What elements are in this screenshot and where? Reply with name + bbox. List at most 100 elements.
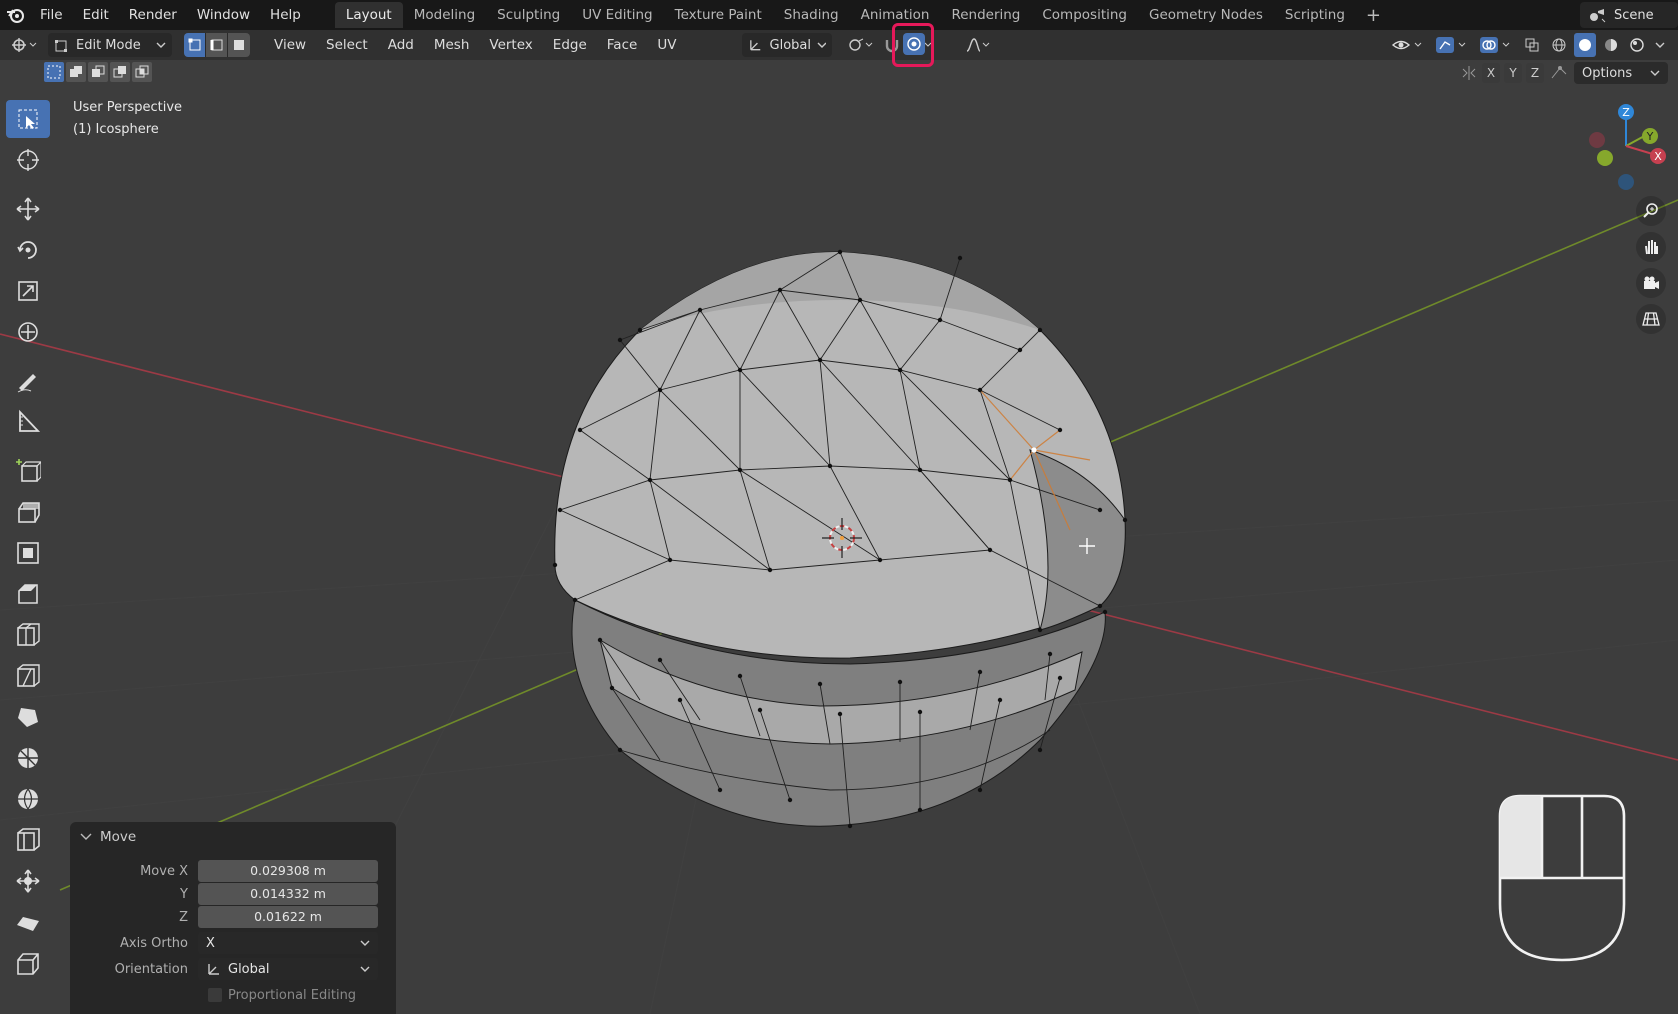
rotate-icon: [17, 241, 37, 259]
edge-select-button[interactable]: [206, 33, 228, 57]
operator-panel-header[interactable]: Move: [70, 822, 396, 852]
menu-vertex[interactable]: Vertex: [479, 37, 542, 53]
selected-vertex[interactable]: [1031, 447, 1037, 453]
menu-face[interactable]: Face: [597, 37, 648, 53]
select-intersect-button[interactable]: [132, 62, 152, 82]
menu-add[interactable]: Add: [378, 37, 424, 53]
move-x-field[interactable]: 0.029308 m: [198, 860, 378, 882]
shrink-fatten-tool[interactable]: [6, 862, 50, 900]
scene-selector[interactable]: Scene: [1580, 2, 1678, 28]
axis-ortho-dropdown[interactable]: X: [198, 932, 378, 954]
gizmo-z-label: Z: [1622, 106, 1630, 119]
move-z-label: Z: [179, 909, 188, 925]
shear-tool[interactable]: [6, 903, 50, 941]
transform-tool[interactable]: [6, 313, 50, 351]
add-workspace-button[interactable]: +: [1356, 5, 1391, 26]
move-y-row: Y 0.014332 m: [70, 883, 396, 905]
bevel-tool[interactable]: [6, 575, 50, 613]
proportional-editing-checkbox[interactable]: Proportional Editing: [208, 988, 356, 1003]
tab-layout[interactable]: Layout: [334, 2, 403, 28]
face-select-icon: [234, 40, 244, 50]
select-subtract-button[interactable]: [88, 62, 108, 82]
menu-uv[interactable]: UV: [647, 37, 686, 53]
gizmo-neg-z-axis[interactable]: [1618, 174, 1634, 190]
mesh-vertex: [657, 387, 663, 393]
select-box-tool[interactable]: [6, 100, 50, 138]
tab-uv-editing[interactable]: UV Editing: [571, 2, 663, 28]
shading-wireframe-button[interactable]: [1548, 33, 1570, 57]
face-select-button[interactable]: [228, 33, 250, 57]
loop-cut-tool[interactable]: [6, 616, 50, 654]
inset-tool[interactable]: [6, 534, 50, 572]
transform-orientation-dropdown[interactable]: Global: [742, 33, 833, 57]
shading-material-button[interactable]: [1600, 33, 1622, 57]
gizmo-neg-x-axis[interactable]: [1589, 132, 1605, 148]
chevron-down-icon: [817, 42, 827, 48]
orientation-row-dropdown[interactable]: Global: [198, 958, 378, 980]
add-cube-tool[interactable]: [6, 452, 50, 490]
menu-window[interactable]: Window: [187, 0, 260, 30]
tab-rendering[interactable]: Rendering: [940, 2, 1031, 28]
move-z-field[interactable]: 0.01622 m: [198, 906, 378, 928]
options-dropdown[interactable]: Options: [1574, 62, 1668, 84]
blender-logo-icon[interactable]: [0, 0, 30, 30]
menu-edit[interactable]: Edit: [73, 0, 119, 30]
zoom-button[interactable]: [1636, 196, 1666, 226]
shading-options-dropdown[interactable]: [1652, 33, 1668, 57]
select-invert-button[interactable]: [110, 62, 130, 82]
pivot-point-button[interactable]: [844, 33, 878, 57]
gizmo-toggle[interactable]: [1432, 33, 1472, 57]
smooth-tool[interactable]: [6, 780, 50, 818]
select-new-button[interactable]: [44, 62, 64, 82]
xray-toggle[interactable]: [1520, 33, 1544, 57]
tab-scripting[interactable]: Scripting: [1274, 2, 1356, 28]
mirror-z-button[interactable]: Z: [1526, 63, 1544, 83]
knife-tool[interactable]: [6, 657, 50, 695]
menu-render[interactable]: Render: [119, 0, 187, 30]
tab-sculpting[interactable]: Sculpting: [486, 2, 571, 28]
select-extend-button[interactable]: [66, 62, 86, 82]
move-y-field[interactable]: 0.014332 m: [198, 883, 378, 905]
menu-file[interactable]: File: [30, 0, 73, 30]
tab-modeling[interactable]: Modeling: [403, 2, 486, 28]
menu-view[interactable]: View: [264, 37, 316, 53]
mirror-y-button[interactable]: Y: [1504, 63, 1522, 83]
scale-tool[interactable]: [6, 272, 50, 310]
rip-region-tool[interactable]: [6, 944, 50, 982]
edge-slide-tool[interactable]: [6, 821, 50, 859]
pan-button[interactable]: [1636, 232, 1666, 262]
shading-rendered-button[interactable]: [1626, 33, 1648, 57]
proportional-falloff-dropdown[interactable]: [966, 33, 992, 57]
tab-compositing[interactable]: Compositing: [1031, 2, 1138, 28]
camera-view-button[interactable]: [1636, 268, 1666, 298]
menu-select[interactable]: Select: [316, 37, 378, 53]
mode-dropdown[interactable]: Edit Mode: [48, 33, 172, 57]
rotate-tool[interactable]: [6, 231, 50, 269]
menu-edge[interactable]: Edge: [543, 37, 597, 53]
annotate-tool[interactable]: [6, 362, 50, 400]
menu-help[interactable]: Help: [260, 0, 311, 30]
overlays-toggle[interactable]: [1476, 33, 1516, 57]
extrude-tool[interactable]: [6, 493, 50, 531]
select-intersect-icon: [135, 65, 149, 78]
navigation-gizmo[interactable]: Z Y X: [1580, 100, 1670, 196]
measure-tool[interactable]: [6, 403, 50, 441]
vertex-select-button[interactable]: [184, 33, 206, 57]
menu-mesh[interactable]: Mesh: [424, 37, 480, 53]
shading-solid-button[interactable]: [1574, 33, 1596, 57]
proportional-editing-button[interactable]: [903, 33, 925, 55]
visibility-dropdown[interactable]: [1388, 33, 1428, 57]
cursor-tool[interactable]: [6, 141, 50, 179]
mesh-vertex: [917, 467, 923, 473]
tab-shading[interactable]: Shading: [773, 2, 850, 28]
tab-geometry-nodes[interactable]: Geometry Nodes: [1138, 2, 1274, 28]
poly-build-tool[interactable]: [6, 698, 50, 736]
move-tool[interactable]: [6, 190, 50, 228]
orientation-label: Global: [769, 37, 812, 53]
tab-texture-paint[interactable]: Texture Paint: [664, 2, 773, 28]
spin-tool[interactable]: [6, 739, 50, 777]
editor-type-button[interactable]: [6, 33, 42, 57]
mirror-x-button[interactable]: X: [1482, 63, 1500, 83]
gizmo-neg-y-axis[interactable]: [1597, 150, 1613, 166]
toggle-perspective-button[interactable]: [1636, 304, 1666, 334]
